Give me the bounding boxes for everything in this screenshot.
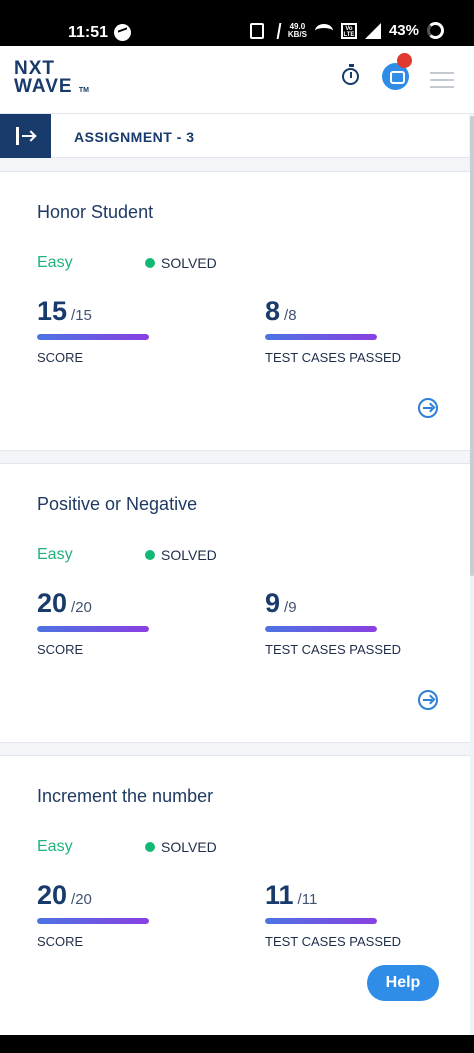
test-cases-block: 8/8 TEST CASES PASSED bbox=[265, 296, 401, 365]
timer-icon[interactable] bbox=[342, 64, 359, 85]
tests-value: 9 bbox=[265, 588, 281, 618]
tests-progress-bar bbox=[265, 918, 377, 924]
difficulty-label: Easy bbox=[37, 254, 73, 271]
tests-progress-bar bbox=[265, 334, 377, 340]
problem-title[interactable]: Positive or Negative bbox=[37, 494, 197, 515]
battery-icon bbox=[427, 22, 444, 39]
solved-dot-icon bbox=[145, 842, 155, 852]
scrollbar-thumb[interactable] bbox=[470, 116, 474, 576]
sidebar-toggle-button[interactable] bbox=[0, 114, 51, 158]
app-header: NXT WAVE TM bbox=[0, 46, 474, 114]
system-nav-bar bbox=[0, 1035, 474, 1053]
status-indicators: 49.0 KB/S Vo LTE 43% bbox=[249, 21, 444, 39]
net-speed: 49.0 KB/S bbox=[287, 21, 307, 39]
test-cases-block: 9/9 TEST CASES PASSED bbox=[265, 588, 401, 657]
score-value: 20 bbox=[37, 588, 68, 618]
score-label: SCORE bbox=[37, 934, 84, 949]
status-label: SOLVED bbox=[161, 255, 217, 271]
tests-progress-fill bbox=[265, 918, 377, 924]
battery-percent: 43% bbox=[388, 22, 419, 39]
volte-icon: Vo LTE bbox=[340, 22, 357, 39]
tests-progress-fill bbox=[265, 334, 377, 340]
expand-icon bbox=[16, 127, 19, 145]
status-label: SOLVED bbox=[161, 547, 217, 563]
bluetooth-icon bbox=[270, 22, 282, 39]
tests-value: 11 bbox=[265, 880, 294, 910]
score-label: SCORE bbox=[37, 350, 84, 365]
tests-label: TEST CASES PASSED bbox=[265, 642, 402, 657]
open-problem-arrow-icon[interactable] bbox=[418, 398, 438, 418]
open-problem-arrow-icon[interactable] bbox=[418, 690, 438, 710]
nxtwave-logo[interactable]: NXT WAVE TM bbox=[14, 59, 89, 100]
score-block: 20/20 SCORE bbox=[37, 588, 149, 657]
tests-total: /9 bbox=[284, 599, 297, 616]
score-label: SCORE bbox=[37, 642, 84, 657]
tests-progress-bar bbox=[265, 626, 377, 632]
test-cases-block: 11/11 TEST CASES PASSED bbox=[265, 880, 401, 949]
score-block: 20/20 SCORE bbox=[37, 880, 149, 949]
problem-title[interactable]: Increment the number bbox=[37, 786, 213, 807]
signal-icon bbox=[364, 22, 381, 39]
tests-label: TEST CASES PASSED bbox=[265, 934, 402, 949]
wifi-icon bbox=[314, 23, 333, 38]
problem-title[interactable]: Honor Student bbox=[37, 202, 153, 223]
difficulty-label: Easy bbox=[37, 546, 73, 563]
hamburger-menu-icon[interactable] bbox=[430, 72, 454, 88]
tests-label: TEST CASES PASSED bbox=[265, 350, 402, 365]
vibrate-icon bbox=[249, 22, 264, 39]
status-time: 11:51 bbox=[68, 24, 109, 41]
messenger-icon bbox=[114, 24, 131, 41]
score-progress-fill bbox=[37, 334, 149, 340]
tests-total: /11 bbox=[297, 891, 318, 908]
problem-card: Honor Student Easy SOLVED 15/15 SCORE 8/… bbox=[0, 171, 470, 451]
score-block: 15/15 SCORE bbox=[37, 296, 149, 365]
score-progress-bar bbox=[37, 626, 149, 632]
tests-total: /8 bbox=[284, 307, 297, 324]
help-button[interactable]: Help bbox=[367, 965, 439, 1001]
tests-value: 8 bbox=[265, 296, 281, 326]
status-label: SOLVED bbox=[161, 839, 217, 855]
score-progress-bar bbox=[37, 334, 149, 340]
notification-dot bbox=[397, 53, 412, 68]
score-total: /20 bbox=[71, 599, 92, 616]
score-progress-fill bbox=[37, 626, 149, 632]
score-progress-bar bbox=[37, 918, 149, 924]
status-bar: 11:51 49.0 KB/S Vo LTE 43% bbox=[0, 0, 474, 46]
arrow-right-icon bbox=[22, 135, 34, 137]
difficulty-label: Easy bbox=[37, 838, 73, 855]
tests-progress-fill bbox=[265, 626, 377, 632]
score-progress-fill bbox=[37, 918, 149, 924]
score-total: /15 bbox=[71, 307, 92, 324]
assignment-title: ASSIGNMENT - 3 bbox=[74, 129, 195, 145]
score-value: 20 bbox=[37, 880, 68, 910]
score-value: 15 bbox=[37, 296, 68, 326]
problem-card: Positive or Negative Easy SOLVED 20/20 S… bbox=[0, 463, 470, 743]
score-total: /20 bbox=[71, 891, 92, 908]
solved-dot-icon bbox=[145, 550, 155, 560]
assignment-bar: ASSIGNMENT - 3 bbox=[0, 114, 470, 158]
solved-dot-icon bbox=[145, 258, 155, 268]
